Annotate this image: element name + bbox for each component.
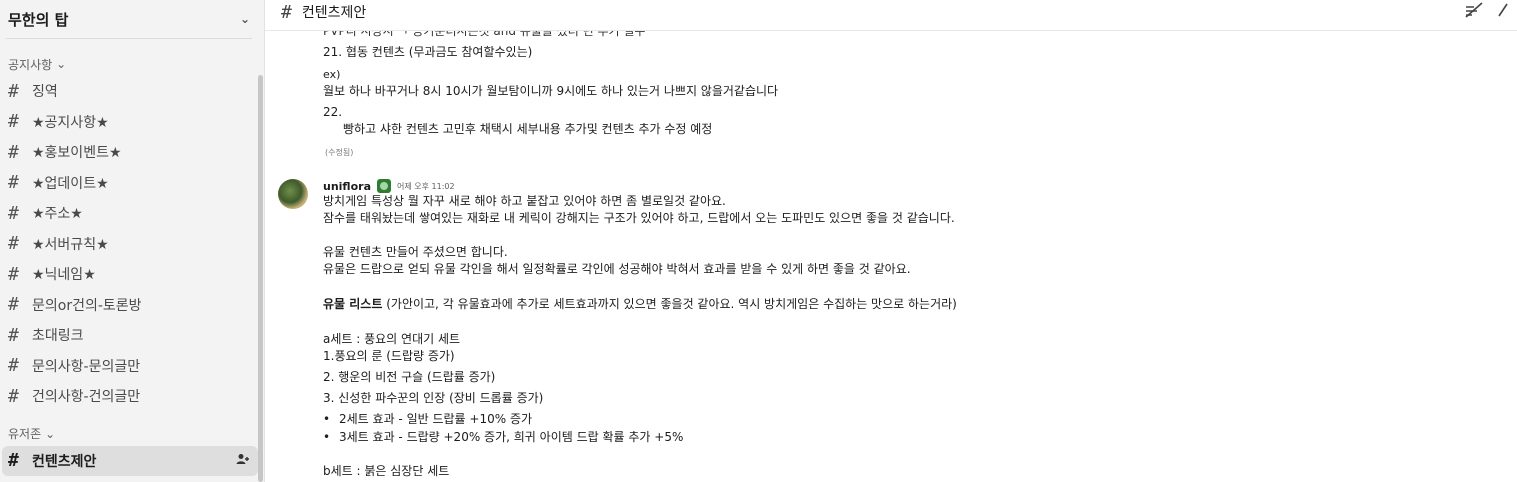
message-text: (가안이고, 각 유물효과에 추가로 세트효과까지 있으면 좋을것 같아요. 역… (386, 297, 957, 311)
channel-label: ★업데이트★ (32, 175, 109, 192)
sidebar-item-channel[interactable]: # ★주소★ (0, 198, 258, 229)
sidebar-item-channel[interactable]: # ★홍보이벤트★ (0, 137, 258, 168)
chevron-down-icon: ⌄ (56, 57, 67, 71)
hash-icon: # (8, 233, 19, 255)
main-pane: # 컨텐츠제안 PVP디 시상시 ㄱ 공기준더시는것 and 뉴물을 쳤더 던 … (265, 0, 1517, 482)
avatar[interactable] (278, 179, 308, 209)
channel-label: 건의사항-건의글만 (32, 389, 141, 406)
edited-label: (수정됨) (325, 148, 354, 157)
section-label: 공지사항 (8, 57, 53, 72)
message-text: 빵하고 샤한 컨텐츠 고민후 채택시 세부내용 추가및 컨텐츠 추가 수정 예정 (343, 122, 713, 136)
hash-icon: # (8, 172, 19, 194)
timestamp[interactable]: 어제 오후 11:02 (397, 181, 455, 192)
message-text-row: 유물 리스트 (가안이고, 각 유물효과에 추가로 세트효과까지 있으면 좋을것… (323, 296, 957, 313)
section-header-userzone[interactable]: 유저존 ⌄ (0, 422, 264, 446)
message-text: 유물 컨텐츠 만들어 주셨으면 합니다. (323, 245, 508, 259)
message-text: 22. (323, 105, 343, 119)
bold-label: 유물 리스트 (323, 297, 383, 311)
author-name[interactable]: uniflora (323, 180, 371, 193)
channel-label: ★홍보이벤트★ (32, 145, 122, 162)
hash-icon: # (281, 1, 292, 23)
message-text: 21. 협동 컨텐츠 (무과금도 참여할수있는) (323, 45, 533, 59)
list-item: • 3세트 효과 - 드랍량 +20% 증가, 희귀 아이템 드랍 확률 추가 +… (323, 429, 683, 446)
message-text: PVP디 시상시 ㄱ 공기준더시는것 and 뉴물을 쳤더 던 추기 필수 (323, 31, 646, 38)
list-item-text: 2세트 효과 - 일반 드랍률 +10% 증가 (339, 412, 533, 426)
channel-label: ★주소★ (32, 206, 83, 223)
hash-icon: # (8, 263, 19, 285)
sidebar-scrollbar[interactable] (258, 75, 263, 482)
sidebar-item-channel[interactable]: # ★공지사항★ (0, 107, 258, 138)
channel-label: 문의or건의-토론방 (32, 297, 142, 314)
hash-icon: # (8, 355, 19, 377)
message-text: 방치게임 특성상 뭘 자꾸 새로 해야 하고 붙잡고 있어야 하면 좀 별로일것… (323, 194, 726, 208)
workspace-header[interactable]: 무한의 탑 ⌄ (0, 0, 264, 38)
sidebar-item-channel[interactable]: # ★닉네임★ (0, 259, 258, 290)
section-label: 유저존 (8, 427, 42, 441)
sidebar-item-channel[interactable]: # 문의사항-문의글만 (0, 351, 258, 382)
more-icon[interactable] (1497, 2, 1509, 18)
hash-icon: # (8, 294, 19, 316)
signal-icon[interactable] (1465, 2, 1483, 18)
bullet-icon: • (323, 430, 331, 444)
sidebar: 무한의 탑 ⌄ 공지사항 ⌄ # 징역 # ★공지사항★ # ★홍보이벤트★ # ★업데… (0, 0, 265, 482)
list-item: • 2세트 효과 - 일반 드랍률 +10% 증가 (323, 411, 532, 428)
message-header: uniflora 어제 오후 11:02 (323, 179, 455, 193)
status-badge-icon (377, 179, 391, 193)
message-text: ex) (323, 68, 341, 81)
message-text: b세트 : 붉은 심장단 세트 (323, 464, 450, 478)
hash-icon: # (8, 202, 19, 224)
hash-icon: # (8, 141, 19, 163)
message-text: 3. 신성한 파수꾼의 인장 (장비 드롭률 증가) (323, 391, 544, 405)
hash-icon: # (8, 111, 19, 133)
hash-icon: # (8, 80, 19, 102)
sidebar-item-channel[interactable]: # 문의or건의-토론방 (0, 290, 258, 321)
sidebar-item-active-channel[interactable]: # 컨텐츠제안 (2, 445, 258, 476)
sidebar-item-channel[interactable]: # ★서버규칙★ (0, 229, 258, 260)
add-user-icon[interactable] (236, 453, 250, 468)
message-text: 2. 행운의 비전 구슬 (드랍률 증가) (323, 370, 496, 384)
hash-icon: # (8, 324, 19, 346)
chevron-down-icon: ⌄ (45, 426, 56, 441)
chevron-down-icon[interactable]: ⌄ (240, 12, 250, 26)
sidebar-item-channel[interactable]: # ★업데이트★ (0, 168, 258, 199)
message-text: a세트 : 풍요의 연대기 세트 (323, 332, 461, 346)
hash-icon: # (8, 450, 19, 472)
message-text: 1.풍요의 룬 (드랍량 증가) (323, 349, 455, 363)
workspace-name: 무한의 탑 (8, 10, 69, 29)
channel-label: ★서버규칙★ (32, 236, 109, 253)
message-text: 잠수를 태워놨는데 쌓여있는 재화로 내 케릭이 강해지는 구조가 있어야 하고… (323, 211, 955, 225)
message-text: 유물은 드랍으로 얻되 유물 각인을 해서 일정확률로 각인에 성공해야 박혀서… (323, 262, 911, 276)
channel-label: ★공지사항★ (32, 114, 109, 131)
divider (6, 38, 252, 39)
section-header-notice[interactable]: 공지사항 ⌄ (0, 52, 264, 76)
list-item-text: 3세트 효과 - 드랍량 +20% 증가, 희귀 아이템 드랍 확률 추가 +5… (339, 430, 684, 444)
channel-header: # 컨텐츠제안 (265, 0, 1517, 31)
bullet-icon: • (323, 412, 331, 426)
sidebar-item-channel[interactable]: # 초대링크 (0, 320, 258, 351)
message-list: PVP디 시상시 ㄱ 공기준더시는것 and 뉴물을 쳤더 던 추기 필수 21… (265, 31, 1517, 482)
channel-label: 징역 (32, 84, 58, 101)
channel-label: 컨텐츠제안 (32, 453, 97, 470)
channel-title: 컨텐츠제안 (301, 5, 367, 21)
channel-label: 초대링크 (32, 328, 84, 345)
channel-label: 문의사항-문의글만 (32, 358, 141, 375)
sidebar-item-channel[interactable]: # 징역 (0, 76, 258, 107)
channel-label: ★닉네임★ (32, 267, 96, 284)
hash-icon: # (8, 385, 19, 407)
message-text: 월보 하나 바꾸거나 8시 10시가 월보탐이니까 9시에도 하나 있는거 나쁘… (323, 84, 779, 98)
sidebar-item-channel[interactable]: # 건의사항-건의글만 (0, 381, 258, 412)
